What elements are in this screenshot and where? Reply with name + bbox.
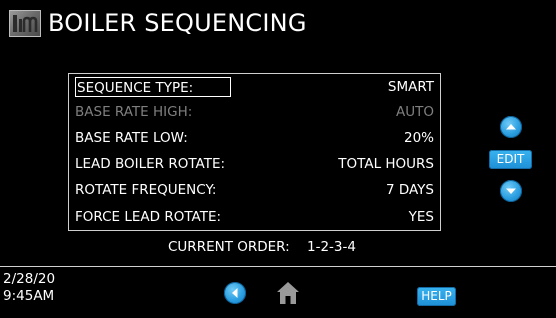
settings-value: TOTAL HOURS xyxy=(338,156,434,172)
settings-value: 20% xyxy=(403,130,434,146)
arrow-up-icon xyxy=(506,124,516,130)
settings-label: ROTATE FREQUENCY: xyxy=(75,182,217,198)
page-title: BOILER SEQUENCING xyxy=(48,9,307,37)
edit-button[interactable]: EDIT xyxy=(489,150,532,169)
time-text: 9:45AM xyxy=(3,288,55,304)
arrow-left-icon xyxy=(232,288,238,298)
arrow-down-icon xyxy=(506,188,516,194)
home-icon xyxy=(277,282,299,304)
settings-label: LEAD BOILER ROTATE: xyxy=(75,156,226,172)
settings-value: 7 DAYS xyxy=(385,182,434,198)
scroll-up-button[interactable] xyxy=(500,116,522,138)
settings-list: SEQUENCE TYPE: SMART BASE RATE HIGH: AUT… xyxy=(68,73,441,231)
scroll-down-button[interactable] xyxy=(500,180,522,202)
settings-label: SEQUENCE TYPE: xyxy=(75,77,231,97)
company-logo-icon xyxy=(9,10,41,37)
date-text: 2/28/20 xyxy=(3,271,56,287)
footer-divider xyxy=(0,266,556,267)
settings-row-base-rate-low[interactable]: BASE RATE LOW: 20% xyxy=(75,127,434,149)
settings-value: SMART xyxy=(387,79,434,95)
date-time: 2/28/20 9:45AM xyxy=(3,271,55,305)
settings-row-lead-boiler-rotate[interactable]: LEAD BOILER ROTATE: TOTAL HOURS xyxy=(75,153,434,175)
current-order-label: CURRENT ORDER: xyxy=(168,239,290,255)
settings-row-base-rate-high: BASE RATE HIGH: AUTO xyxy=(75,101,434,123)
help-button[interactable]: HELP xyxy=(417,287,456,306)
back-button[interactable] xyxy=(224,282,246,304)
current-order-value: 1-2-3-4 xyxy=(307,239,356,255)
settings-label: BASE RATE HIGH: xyxy=(75,104,193,120)
settings-value: YES xyxy=(408,209,434,225)
boiler-sequencing-screen: BOILER SEQUENCING SEQUENCE TYPE: SMART B… xyxy=(0,0,556,318)
settings-label: FORCE LEAD ROTATE: xyxy=(75,209,222,225)
settings-row-force-lead-rotate[interactable]: FORCE LEAD ROTATE: YES xyxy=(75,206,434,228)
settings-value: AUTO xyxy=(396,104,434,120)
settings-row-sequence-type[interactable]: SEQUENCE TYPE: SMART xyxy=(75,76,434,98)
settings-row-rotate-frequency[interactable]: ROTATE FREQUENCY: 7 DAYS xyxy=(75,179,434,201)
settings-label: BASE RATE LOW: xyxy=(75,130,188,146)
home-button[interactable] xyxy=(276,280,300,306)
